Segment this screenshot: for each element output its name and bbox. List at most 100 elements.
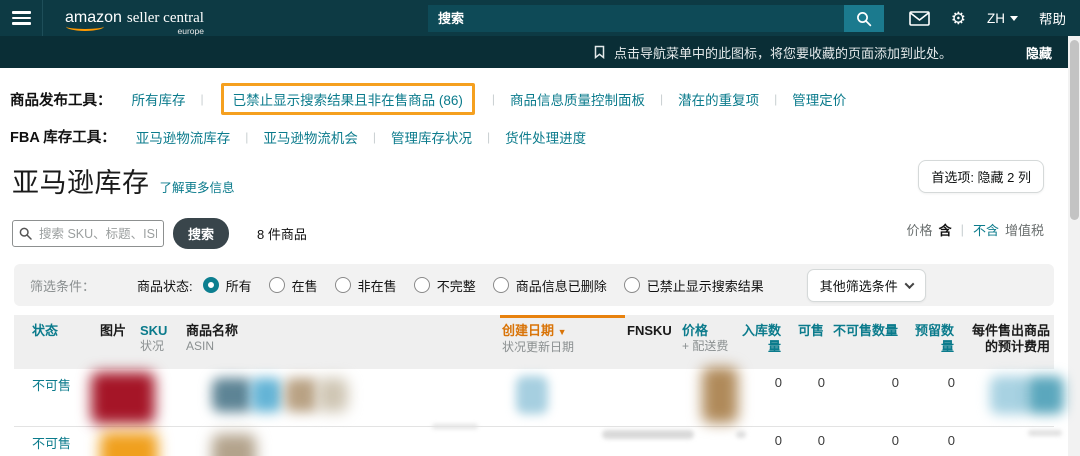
cell-reserved-quantity: 0 [902,427,958,456]
radio-option-incomplete[interactable]: 不完整 [414,276,476,295]
cell-unfulfillable-quantity: 0 [828,427,902,456]
nav-link-fba-inventory[interactable]: 亚马逊物流库存 [136,127,231,147]
column-header-price[interactable]: 价格 + 配送费 [680,315,735,369]
help-link[interactable]: 帮助 [1039,8,1066,28]
redacted-product-name-text [317,378,348,412]
item-count: 8 件商品 [257,224,307,243]
sku-search-input[interactable] [12,220,164,247]
nav-separator: | [373,130,376,144]
redacted-faint-text [602,430,694,439]
main-menu-hamburger-button[interactable] [0,0,42,36]
price-incl-vat-option[interactable]: 含 [939,220,952,239]
nav-link-fba-opportunities[interactable]: 亚马逊物流机会 [263,127,358,147]
favorites-hint-bar: 点击导航菜单中的此图标，将您要收藏的页面添加到此处。 隐藏 [0,36,1068,68]
radio-button[interactable] [414,277,430,293]
nav-link-suppressed-inactive[interactable]: 已禁止显示搜索结果且非在售商品 (86) [233,93,463,108]
more-filters-dropdown[interactable]: 其他筛选条件 [807,269,926,302]
topbar-actions: ⚙ ZH 帮助 [909,0,1066,36]
product-status-label: 商品状态: [137,276,193,295]
sort-desc-icon: ▼ [558,327,567,337]
radio-option-search-suppressed[interactable]: 已禁止显示搜索结果 [624,276,764,295]
column-header-image: 图片 [98,315,138,369]
search-icon [856,11,872,27]
logo-region-text: europe [178,26,204,36]
amazon-smile-icon [66,22,104,31]
logo-suffix-text: seller central [127,10,204,27]
row-status-link[interactable]: 不可售 [32,378,71,393]
nav-link-listing-quality-dashboard[interactable]: 商品信息质量控制面板 [510,89,645,109]
radio-option-listing-removed[interactable]: 商品信息已删除 [493,276,607,295]
radio-option-all[interactable]: 所有 [203,276,252,295]
table-row: 不可售 0 0 0 0 [14,427,1054,456]
column-header-inbound-quantity[interactable]: 入库数量 [735,315,785,369]
radio-button[interactable] [335,277,351,293]
nav-link-potential-duplicates[interactable]: 潜在的重复项 [678,89,759,109]
amazon-seller-central-logo[interactable]: amazon seller central europe [65,9,204,27]
nav-link-manage-pricing[interactable]: 管理定价 [792,89,846,109]
radio-option-active[interactable]: 在售 [269,276,318,295]
table-row: 不可售 0 0 0 0 [14,369,1054,427]
column-header-created-date-sorted[interactable]: 创建日期 ▼ 状况更新日期 [500,315,625,369]
redacted-faint-text [1028,430,1062,436]
cell-unfulfillable-quantity: 0 [828,369,902,426]
redacted-faint-text [432,424,478,429]
column-header-available[interactable]: 可售 [785,315,828,369]
nav-separator: | [245,130,248,144]
column-header-unfulfillable-quantity[interactable]: 不可售数量 [828,315,902,369]
cell-available: 0 [785,369,828,426]
search-icon [19,227,32,240]
messages-envelope-icon[interactable] [909,11,930,26]
scrollbar-thumb[interactable] [1070,40,1079,220]
preferences-button[interactable]: 首选项: 隐藏 2 列 [918,160,1044,193]
nav-separator: | [660,92,663,106]
language-code: ZH [987,11,1005,26]
column-header-fnsku: FNSKU [625,315,680,369]
inventory-table-header: 状态 图片 SKU 状况 商品名称 ASIN 创建日期 ▼ 状况更新日期 FNS… [14,315,1054,369]
radio-button-checked[interactable] [203,277,219,293]
top-navigation-bar: amazon seller central europe ⚙ ZH 帮助 [0,0,1080,36]
redacted-product-name-text [251,378,282,412]
settings-gear-icon[interactable]: ⚙ [951,10,966,27]
radio-option-inactive[interactable]: 非在售 [335,276,397,295]
nav-link-all-inventory[interactable]: 所有库存 [132,89,186,109]
nav-separator: | [487,130,490,144]
page-title-row: 亚马逊库存 了解更多信息 [12,161,1068,200]
cell-available: 0 [785,427,828,456]
nav-link-shipment-progress[interactable]: 货件处理进度 [505,127,586,147]
favorites-hint-message: 点击导航菜单中的此图标，将您要收藏的页面添加到此处。 [594,36,952,68]
redacted-faint-text [736,431,746,438]
vat-toggle-divider: | [961,222,964,237]
column-header-fee-per-unit-sold: 每件售出商品的预计费用 [958,315,1054,369]
price-excl-vat-option[interactable]: 不含 [973,220,999,239]
radio-button[interactable] [269,277,285,293]
favorites-hint-text: 点击导航菜单中的此图标，将您要收藏的页面添加到此处。 [614,43,952,62]
highlight-box: 已禁止显示搜索结果且非在售商品 (86) [221,83,475,115]
global-search-button[interactable] [844,5,884,32]
redacted-fnsku [702,367,738,423]
column-header-sku[interactable]: SKU 状况 [138,315,184,369]
redacted-product-image [100,432,158,456]
redacted-fee-value [990,376,1030,414]
column-header-reserved-quantity[interactable]: 预留数量 [902,315,958,369]
row-status-link[interactable]: 不可售 [32,436,71,451]
redacted-created-date [516,376,548,414]
global-search-input[interactable] [428,5,844,32]
chevron-down-icon [904,279,914,289]
learn-more-link[interactable]: 了解更多信息 [160,177,235,196]
redacted-product-image [91,372,155,424]
inventory-search-button[interactable]: 搜索 [173,218,229,249]
page-title: 亚马逊库存 [12,161,150,200]
vertical-scrollbar[interactable] [1068,36,1080,456]
hide-favorites-bar-link[interactable]: 隐藏 [1026,36,1052,68]
listing-tools-nav: 商品发布工具： 所有库存 | 已禁止显示搜索结果且非在售商品 (86) | 商品… [10,83,1068,115]
column-header-status[interactable]: 状态 [14,315,98,369]
topbar-divider [42,0,43,36]
column-header-product-name[interactable]: 商品名称 ASIN [184,315,500,369]
radio-button[interactable] [624,277,640,293]
seller-central-page: amazon seller central europe ⚙ ZH 帮助 [0,0,1080,456]
language-selector[interactable]: ZH [987,11,1018,26]
nav-link-manage-inventory-health[interactable]: 管理库存状况 [391,127,472,147]
fba-tools-nav: FBA 库存工具： 亚马逊物流库存 | 亚马逊物流机会 | 管理库存状况 | 货… [10,126,1068,147]
radio-button[interactable] [493,277,509,293]
redacted-fee-value [1027,376,1064,414]
